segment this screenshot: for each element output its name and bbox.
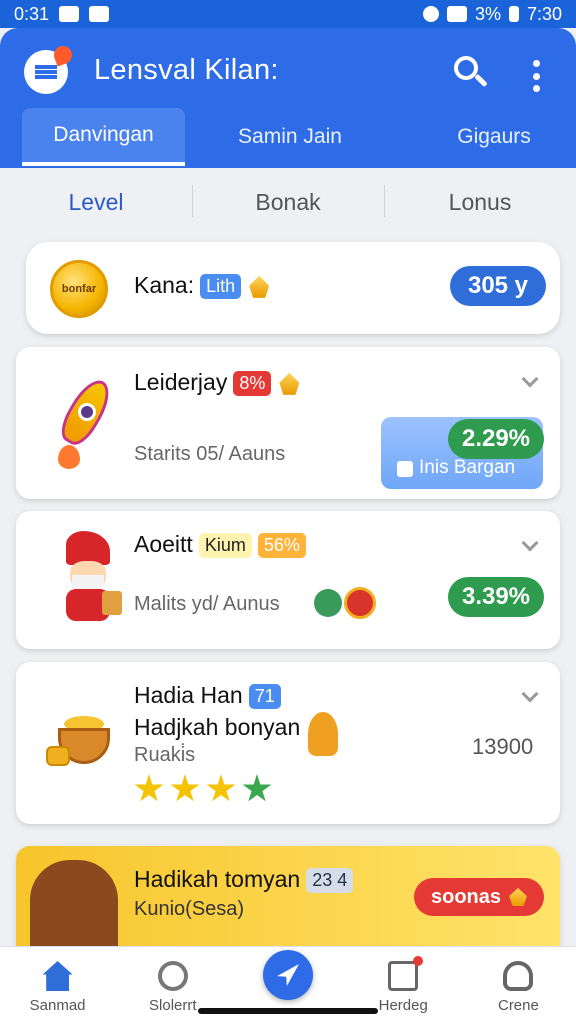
star-icon (170, 774, 200, 802)
note-icon (397, 461, 413, 477)
card-subtitle: Ruaki̇s (134, 744, 196, 766)
battery-icon (508, 6, 519, 22)
app-bar: Lensval Kilan: Danvingan Samin Jain Giga… (0, 28, 576, 168)
app-logo-icon[interactable] (24, 43, 75, 94)
person-icon (503, 961, 534, 991)
chevron-down-icon[interactable] (521, 370, 539, 388)
document-icon (388, 956, 424, 991)
star-rating (134, 774, 278, 809)
promo-card[interactable]: Hadikah tomyan 23 4 Kunio(Sesa) soonas (16, 846, 560, 946)
home-indicator[interactable] (198, 1008, 378, 1014)
card-title: Hadia Han 71 (134, 682, 281, 710)
kana-card[interactable]: bonfar Kana: Lith 305 y (26, 242, 560, 334)
coin-icon: bonfar (50, 260, 108, 318)
card-chip: 23 4 (306, 868, 354, 894)
send-icon (277, 964, 299, 986)
card-subtitle: Starits 05/ Aauns (134, 443, 286, 465)
leiderjay-card[interactable]: Leiderjay 8% Starits 05/ Aauns Inis Barga… (16, 347, 560, 499)
nav-item-sanmad[interactable]: Sanmad (0, 947, 115, 1024)
top-tabs: Danvingan Samin Jain Gigaurs (0, 108, 576, 168)
card-title: Hadikah tomyan 23 4 (134, 866, 354, 894)
percent-chip: 56% (257, 533, 306, 559)
status-time-right: 7:30 (526, 3, 562, 24)
coin-badge-icon (344, 587, 376, 619)
crown-icon (279, 372, 300, 395)
card-value: 13900 (472, 734, 534, 759)
hadia-card[interactable]: Hadia Han 71 Hadjkah bonyan Ruaki̇s 13900 (16, 662, 560, 824)
card-subtitle: Malits yd/ Aunus (134, 593, 280, 615)
tab-danvingan[interactable]: Danvingan (22, 108, 185, 166)
rocket-icon (52, 367, 122, 477)
leaf-badge-icon (314, 589, 342, 617)
promo-label: Inis Bargan (419, 457, 516, 478)
percent-pill[interactable]: 3.39% (448, 577, 544, 617)
card-chip: Kium (198, 533, 252, 559)
subtab-level[interactable]: Level (0, 189, 192, 216)
star-icon (206, 774, 236, 802)
promo-button[interactable]: soonas (414, 878, 544, 916)
fruit-basket-icon (30, 860, 118, 946)
search-icon[interactable] (450, 52, 490, 92)
voicemail-icon (89, 6, 110, 22)
notification-icon (59, 6, 80, 22)
app-title: Lensval Kilan: (94, 54, 279, 86)
chevron-down-icon[interactable] (521, 685, 539, 703)
card-chip: 8% (233, 371, 272, 397)
subtab-lonus[interactable]: Lonus (384, 184, 576, 217)
treasure-basket-icon (46, 702, 126, 772)
card-subtitle: Kunio(Sesa) (134, 898, 245, 920)
status-bar: 0:31 3% 7:30 (0, 0, 576, 28)
alarm-icon (422, 6, 439, 22)
gem-icon (249, 275, 270, 298)
send-button[interactable] (263, 950, 313, 1000)
more-options-icon[interactable] (524, 56, 548, 96)
value-pill[interactable]: 305 y (450, 266, 546, 306)
medal-icon (308, 712, 338, 756)
home-icon (42, 961, 73, 991)
gnome-icon (52, 531, 132, 631)
card-title-2: Hadjkah bonyan (134, 714, 301, 740)
chevron-down-icon[interactable] (521, 534, 539, 552)
nav-item-crene[interactable]: Crene (461, 947, 576, 1024)
card-title: Aoeitt Kium 56% (134, 531, 306, 559)
star-icon (134, 774, 164, 802)
card-chip: Lith (200, 274, 242, 300)
subtab-bonak[interactable]: Bonak (192, 184, 384, 217)
card-title: Leiderjay 8% (134, 369, 300, 397)
wifi-signal-icon (446, 6, 467, 22)
tab-gigaurs[interactable]: Gigaurs (420, 108, 568, 166)
battery-text: 3% (474, 3, 501, 24)
aoeitt-card[interactable]: Aoeitt Kium 56% Malits yd/ Aunus 3.39% (16, 511, 560, 649)
card-title: Kana: Lith (134, 272, 270, 300)
sub-tabs: Level Bonak Lonus (0, 168, 576, 236)
card-chip: 71 (248, 684, 281, 710)
crown-icon (509, 888, 528, 906)
gear-icon (157, 961, 188, 991)
tab-samin-jain[interactable]: Samin Jain (210, 108, 370, 166)
star-icon (242, 774, 272, 802)
status-time-left: 0:31 (14, 3, 50, 24)
percent-pill[interactable]: 2.29% (448, 419, 544, 459)
